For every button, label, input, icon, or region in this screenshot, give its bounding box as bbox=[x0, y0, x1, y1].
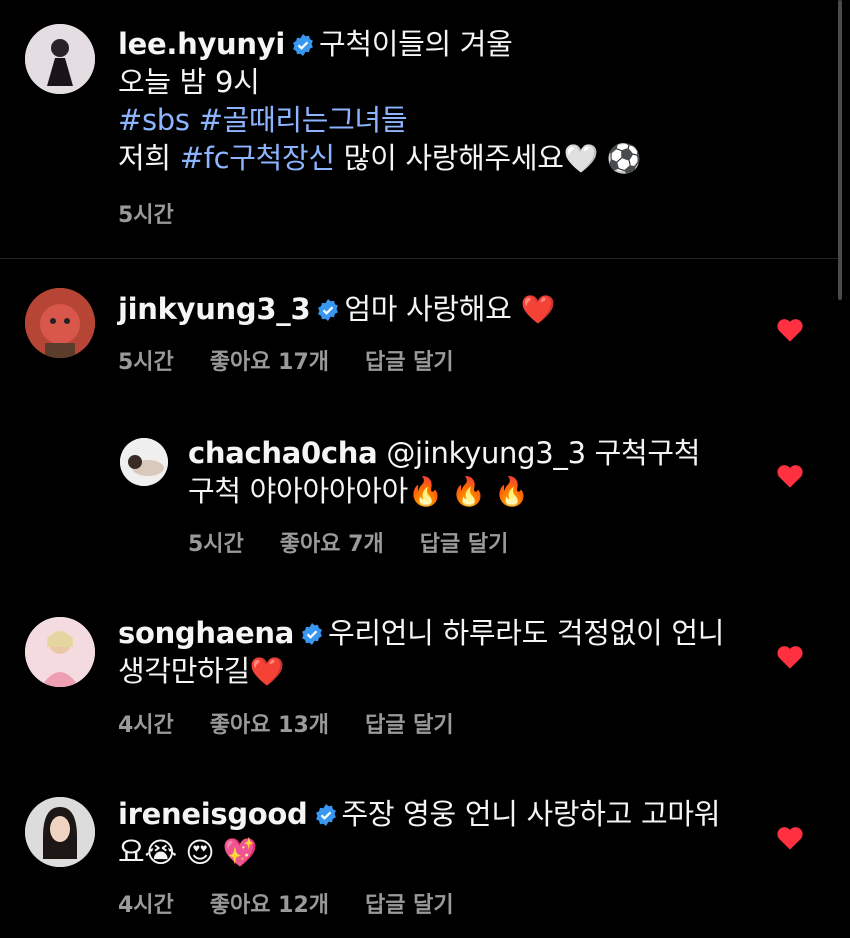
verified-badge-icon bbox=[318, 299, 339, 321]
caption-line-4: 저희 #fc구척장신 많이 사랑해주세요🤍 ⚽ bbox=[118, 141, 642, 175]
divider bbox=[0, 258, 838, 259]
comment-text: 구척구척 bbox=[594, 436, 701, 470]
comment-2-line-2: 구척 야아아아아아🔥 🔥 🔥 bbox=[188, 472, 529, 511]
caption-username[interactable]: lee.hyunyi bbox=[118, 27, 285, 61]
comment-text: 엄마 사랑해요 bbox=[344, 292, 512, 326]
reply-button[interactable]: 답글 달기 bbox=[365, 713, 454, 738]
comment-likes[interactable]: 좋아요 13개 bbox=[210, 713, 329, 738]
comment-username[interactable]: songhaena bbox=[118, 616, 294, 650]
comment-emoji: 🔥 🔥 🔥 bbox=[407, 475, 529, 508]
comment-3-line-2: 생각만하길❤️ bbox=[118, 652, 285, 691]
comment-3-line-1: songhaena 우리언니 하루라도 걱정없이 언니 bbox=[118, 614, 724, 652]
reply-button[interactable]: 답글 달기 bbox=[365, 893, 454, 918]
comment-text: 우리언니 하루라도 걱정없이 언니 bbox=[328, 616, 725, 650]
comment-username[interactable]: ireneisgood bbox=[118, 797, 308, 831]
comment-4-line-2: 요😭 😍 💖 bbox=[118, 833, 258, 872]
comment-emoji: 😭 😍 💖 bbox=[144, 836, 258, 869]
comment-emoji: ❤️ bbox=[249, 655, 285, 688]
caption-time: 5시간 bbox=[118, 203, 174, 228]
comment-2-meta: 5시간 좋아요 7개 답글 달기 bbox=[188, 526, 544, 558]
comment-emoji: ❤️ bbox=[520, 293, 556, 326]
comment-username[interactable]: chacha0cha bbox=[188, 436, 378, 470]
comment-time: 4시간 bbox=[118, 893, 174, 918]
caption-hashtags[interactable]: #sbs #골때리는그녀들 bbox=[118, 101, 408, 139]
comment-mention[interactable]: @jinkyung3_3 bbox=[386, 436, 586, 470]
comment-text: 생각만하길 bbox=[118, 654, 250, 688]
avatar[interactable] bbox=[25, 797, 95, 867]
comment-4-line-1: ireneisgood 주장 영웅 언니 사랑하고 고마워 bbox=[118, 795, 720, 833]
caption-line-1: lee.hyunyi 구척이들의 겨울 bbox=[118, 25, 513, 63]
comment-text: 주장 영웅 언니 사랑하고 고마워 bbox=[341, 797, 721, 831]
comment-text: 요 bbox=[118, 835, 145, 869]
avatar[interactable] bbox=[120, 438, 168, 486]
avatar[interactable] bbox=[25, 617, 95, 687]
comment-username[interactable]: jinkyung3_3 bbox=[118, 292, 311, 326]
comment-likes[interactable]: 좋아요 7개 bbox=[280, 532, 384, 557]
comment-likes[interactable]: 좋아요 17개 bbox=[210, 350, 329, 375]
comment-time: 5시간 bbox=[118, 350, 174, 375]
comment-3-meta: 4시간 좋아요 13개 답글 달기 bbox=[118, 707, 490, 739]
caption-line-2: 오늘 밤 9시 bbox=[118, 65, 260, 99]
avatar[interactable] bbox=[25, 288, 95, 358]
comment-1-line-1: jinkyung3_3 엄마 사랑해요 ❤️ bbox=[118, 290, 555, 329]
reply-button[interactable]: 답글 달기 bbox=[365, 350, 454, 375]
comment-2-line-1: chacha0cha @jinkyung3_3 구척구척 bbox=[188, 434, 700, 472]
comment-1-meta: 5시간 좋아요 17개 답글 달기 bbox=[118, 344, 490, 376]
caption-emoji: 🤍 ⚽ bbox=[563, 142, 642, 175]
comment-time: 4시간 bbox=[118, 713, 174, 738]
avatar[interactable] bbox=[25, 24, 95, 94]
heart-icon[interactable] bbox=[776, 644, 804, 670]
comment-4-meta: 4시간 좋아요 12개 답글 달기 bbox=[118, 887, 490, 919]
caption-text: 구척이들의 겨울 bbox=[318, 27, 513, 61]
heart-icon[interactable] bbox=[776, 463, 804, 489]
caption-meta: 5시간 bbox=[118, 197, 210, 229]
verified-badge-icon bbox=[293, 34, 313, 56]
verified-badge-icon bbox=[302, 623, 322, 645]
comment-text: 구척 야아아아아아 bbox=[188, 474, 408, 508]
heart-icon[interactable] bbox=[776, 317, 804, 343]
caption-hashtag-link[interactable]: #fc구척장신 bbox=[180, 141, 335, 175]
comment-time: 5시간 bbox=[188, 532, 244, 557]
heart-icon[interactable] bbox=[776, 825, 804, 851]
scrollbar[interactable] bbox=[838, 0, 842, 300]
verified-badge-icon bbox=[315, 804, 336, 826]
comment-likes[interactable]: 좋아요 12개 bbox=[210, 893, 329, 918]
reply-button[interactable]: 답글 달기 bbox=[420, 532, 509, 557]
